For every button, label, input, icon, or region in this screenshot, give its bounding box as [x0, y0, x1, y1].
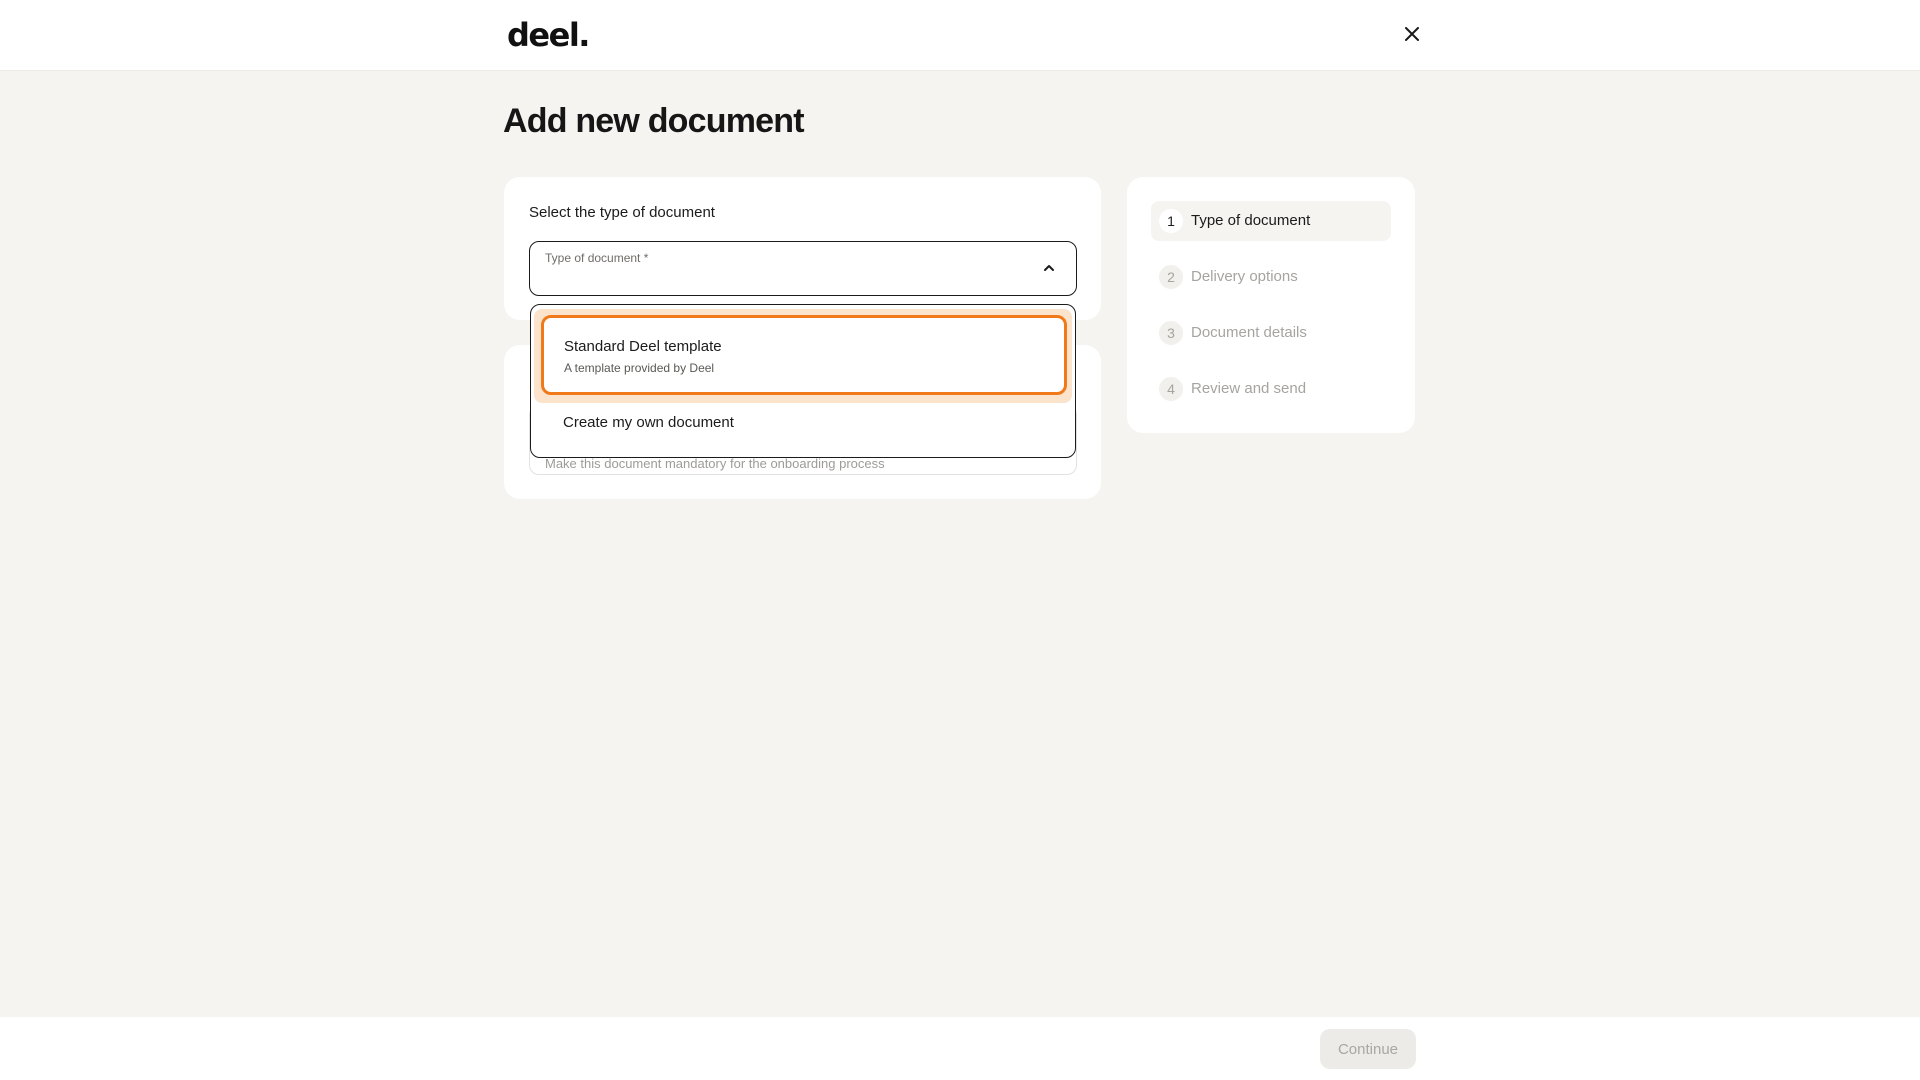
mandatory-helper-text: Make this document mandatory for the onb…: [545, 456, 885, 471]
footer-bar: Continue: [0, 1017, 1920, 1080]
option-title: Create my own document: [563, 414, 734, 431]
option-subtitle: A template provided by Deel: [564, 361, 715, 375]
step-number: 3: [1159, 321, 1183, 345]
chevron-up-icon[interactable]: [1042, 261, 1056, 275]
option-create-my-own-document[interactable]: Create my own document: [531, 405, 1075, 449]
step-number: 2: [1159, 265, 1183, 289]
step-type-of-document[interactable]: 1 Type of document: [1151, 201, 1391, 241]
close-icon: [1405, 27, 1419, 41]
select-label: Type of document *: [545, 251, 649, 265]
top-bar: deel.: [0, 0, 1920, 71]
document-type-dropdown: Standard Deel template A template provid…: [530, 304, 1076, 458]
document-type-card: Select the type of document Type of docu…: [504, 177, 1101, 320]
steps-panel: 1 Type of document 2 Delivery options 3 …: [1127, 177, 1415, 433]
document-type-select[interactable]: Type of document *: [529, 241, 1077, 296]
step-document-details: 3 Document details: [1151, 313, 1391, 353]
step-label: Type of document: [1191, 212, 1311, 229]
section-label: Select the type of document: [529, 204, 715, 221]
continue-button[interactable]: Continue: [1320, 1029, 1416, 1069]
step-label: Document details: [1191, 324, 1307, 341]
step-label: Review and send: [1191, 380, 1307, 397]
step-delivery-options: 2 Delivery options: [1151, 257, 1391, 297]
step-review-and-send: 4 Review and send: [1151, 369, 1391, 409]
deel-logo[interactable]: deel.: [507, 16, 590, 54]
step-number: 4: [1159, 377, 1183, 401]
step-number: 1: [1159, 209, 1183, 233]
step-label: Delivery options: [1191, 268, 1298, 285]
option-title: Standard Deel template: [564, 338, 722, 355]
close-button[interactable]: [1398, 20, 1426, 48]
page-title: Add new document: [503, 102, 805, 140]
option-standard-deel-template[interactable]: Standard Deel template A template provid…: [541, 315, 1067, 395]
